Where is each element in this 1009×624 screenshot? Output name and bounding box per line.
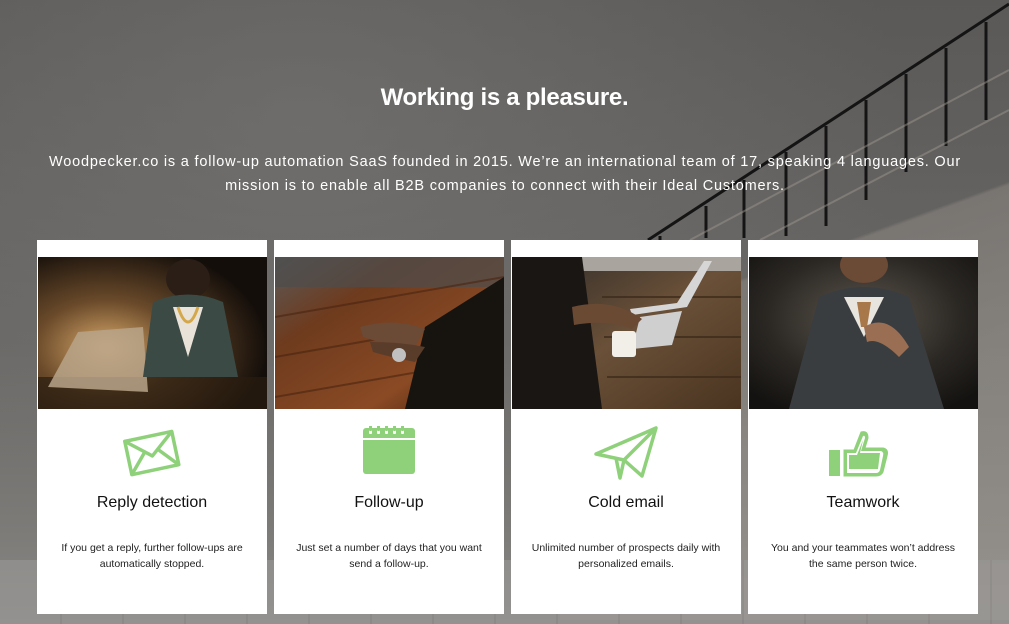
feature-photo-laptop-coffee xyxy=(512,257,741,409)
feature-card-cold-email: Cold email Unlimited number of prospects… xyxy=(511,240,741,614)
envelope-icon xyxy=(112,426,192,482)
paper-plane-icon xyxy=(586,426,666,482)
feature-heading: Follow-up xyxy=(354,494,424,511)
feature-card-teamwork: Teamwork You and your teammates won’t ad… xyxy=(748,240,978,614)
thumbs-up-icon xyxy=(823,426,903,482)
feature-card-reply-detection: Reply detection If you get a reply, furt… xyxy=(37,240,267,614)
calendar-icon xyxy=(349,423,429,482)
feature-description: Unlimited number of prospects daily with… xyxy=(531,542,721,570)
feature-photo-hands-table xyxy=(275,257,504,409)
feature-heading: Teamwork xyxy=(826,494,900,511)
feature-photo-woman-laptop xyxy=(38,257,267,409)
feature-photo-man-tie xyxy=(749,257,978,409)
feature-description: Just set a number of days that you want … xyxy=(296,542,482,570)
intro-text: Woodpecker.co is a follow-up automation … xyxy=(49,154,961,194)
feature-description: If you get a reply, further follow-ups a… xyxy=(61,542,243,570)
feature-description: You and your teammates won’t address the… xyxy=(770,542,956,570)
feature-card-follow-up: Follow-up Just set a number of days that… xyxy=(274,240,504,614)
feature-heading: Reply detection xyxy=(96,494,208,511)
page-title: Working is a pleasure. xyxy=(380,84,629,111)
feature-heading: Cold email xyxy=(588,494,664,511)
